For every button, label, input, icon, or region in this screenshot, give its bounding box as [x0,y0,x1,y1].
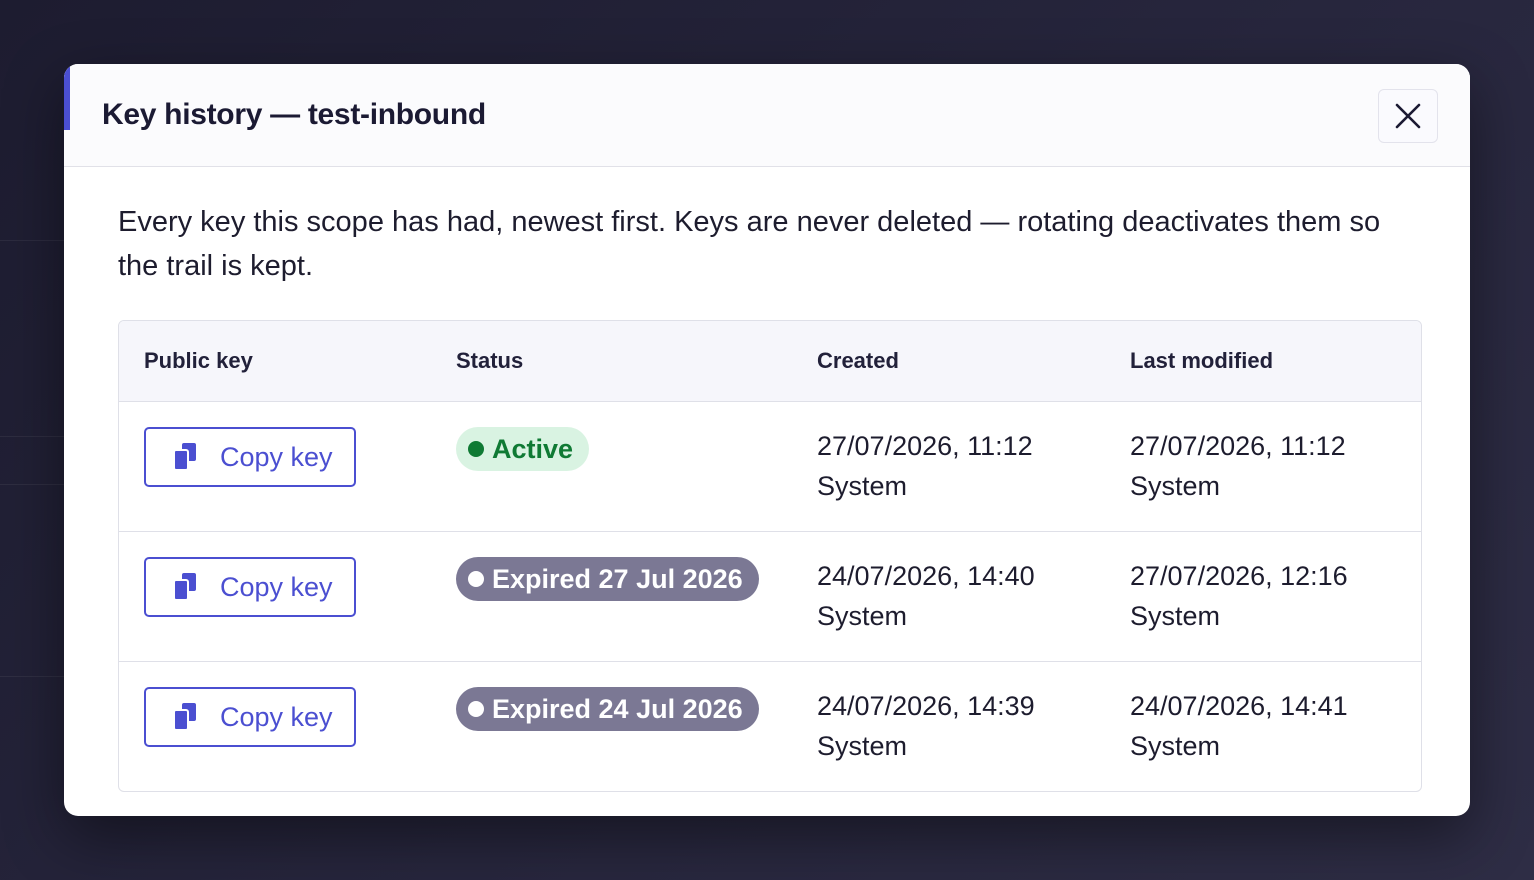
modified-by: System [1130,731,1221,761]
created-by: System [817,731,908,761]
modified-by: System [1130,471,1221,501]
header-status: Status [456,348,524,373]
status-text: Expired 24 Jul 2026 [492,693,743,724]
created-cell: 24/07/2026, 14:40 System [817,556,1035,636]
modified-by: System [1130,601,1221,631]
created-cell: 27/07/2026, 11:12 System [817,426,1033,506]
copy-key-label: Copy key [220,701,333,732]
status-badge: Expired 27 Jul 2026 [456,557,759,601]
created-date: 24/07/2026, 14:40 [817,561,1035,591]
dialog-description: Every key this scope has had, newest fir… [118,206,1381,282]
copy-icon [172,441,204,473]
table-row: Copy key Expired 27 Jul 2026 24/07/2026,… [119,532,1421,662]
close-icon [1395,103,1421,129]
background-divider [0,484,72,485]
status-badge: Active [456,427,590,471]
dialog-accent-bar [64,64,70,130]
table-row: Copy key Active 27/07/2026, 11:12 System… [119,402,1421,532]
copy-icon [172,701,204,733]
copy-key-button[interactable]: Copy key [144,687,356,747]
header-created: Created [817,348,899,373]
status-badge: Expired 24 Jul 2026 [456,687,759,731]
key-history-dialog: Key history — test-inbound Every key thi… [64,64,1470,816]
created-cell: 24/07/2026, 14:39 System [817,686,1035,766]
copy-key-label: Copy key [220,441,333,472]
copy-key-button[interactable]: Copy key [144,557,356,617]
close-button[interactable] [1378,89,1438,143]
dialog-title: Key history — test-inbound [102,98,486,131]
background-divider [0,436,72,437]
modified-date: 27/07/2026, 12:16 [1130,561,1348,591]
status-text: Expired 27 Jul 2026 [492,563,743,594]
header-last-modified: Last modified [1130,348,1274,373]
table-row: Copy key Expired 24 Jul 2026 24/07/2026,… [119,662,1421,791]
dialog-header: Key history — test-inbound [64,64,1470,167]
key-history-table: Public key Status Created Last modified … [118,320,1422,792]
header-public-key: Public key [144,348,253,373]
status-dot [468,571,484,587]
background-divider [0,676,72,677]
copy-key-button[interactable]: Copy key [144,427,356,487]
status-text: Active [492,433,574,464]
copy-key-label: Copy key [220,571,333,602]
modified-date: 24/07/2026, 14:41 [1130,691,1348,721]
modified-cell: 24/07/2026, 14:41 System [1130,686,1348,766]
table-header: Public key Status Created Last modified [119,321,1421,402]
status-dot [468,441,484,457]
background-divider [0,240,72,241]
created-by: System [817,601,908,631]
copy-icon [172,571,204,603]
created-date: 27/07/2026, 11:12 [817,431,1033,461]
created-by: System [817,471,908,501]
modified-cell: 27/07/2026, 11:12 System [1130,426,1346,506]
background-app [0,64,72,816]
modified-date: 27/07/2026, 11:12 [1130,431,1346,461]
created-date: 24/07/2026, 14:39 [817,691,1035,721]
status-dot [468,701,484,717]
modified-cell: 27/07/2026, 12:16 System [1130,556,1348,636]
